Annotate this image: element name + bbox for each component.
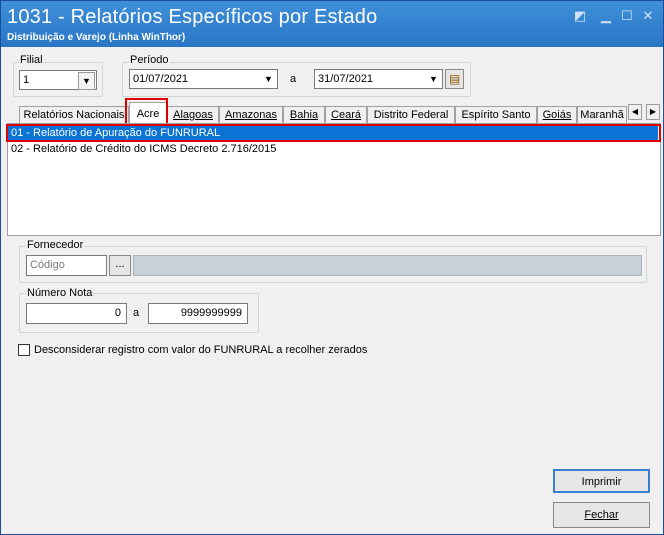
tab-scroll-left-icon[interactable]: ◀ xyxy=(628,104,642,120)
maximize-icon[interactable]: ☐ xyxy=(620,9,634,23)
main-window: 1031 - Relatórios Específicos por Estado… xyxy=(0,0,664,535)
tab-goias[interactable]: Goiás xyxy=(537,106,577,123)
fornecedor-label: Fornecedor xyxy=(26,239,85,251)
tab-ceara[interactable]: Ceará xyxy=(325,106,367,123)
filial-select[interactable]: 1 ▼ xyxy=(19,70,97,90)
filial-label: Filial xyxy=(19,54,44,66)
tab-distrito-federal[interactable]: Distrito Federal xyxy=(367,106,455,123)
window-subtitle: Distribuição e Varejo (Linha WinThor) xyxy=(7,32,186,43)
funrural-zero-checkbox[interactable] xyxy=(18,344,30,356)
fornecedor-code-input[interactable]: Código xyxy=(26,255,107,276)
numero-nota-from-input[interactable]: 0 xyxy=(26,303,127,324)
acre-tab-highlight xyxy=(125,98,168,125)
minimize-icon[interactable]: ▁ xyxy=(599,9,613,23)
print-button[interactable]: Imprimir xyxy=(553,469,650,493)
period-separator: a xyxy=(289,73,298,85)
tab-maranhao[interactable]: Maranhã xyxy=(577,106,627,123)
period-start-date[interactable]: 01/07/2021 ▼ xyxy=(129,69,278,89)
window-title: 1031 - Relatórios Específicos por Estado xyxy=(7,6,378,28)
restore-icon[interactable]: ◩ xyxy=(573,9,587,23)
list-item-report-02[interactable]: 02 - Relatório de Crédito do ICMS Decret… xyxy=(8,142,658,156)
tab-amazonas[interactable]: Amazonas xyxy=(219,106,283,123)
chevron-down-icon[interactable]: ▼ xyxy=(78,72,95,90)
fornecedor-browse-button[interactable]: ... xyxy=(109,255,131,276)
tab-bahia[interactable]: Bahia xyxy=(283,106,325,123)
period-start-value: 01/07/2021 xyxy=(133,73,189,85)
funrural-zero-checkbox-label: Desconsiderar registro com valor do FUNR… xyxy=(33,344,369,356)
tab-espirito-santo[interactable]: Espírito Santo xyxy=(455,106,537,123)
calendar-icon[interactable]: ▤ xyxy=(445,69,464,89)
tab-scroll-right-icon[interactable]: ▶ xyxy=(646,104,660,120)
numero-nota-label: Número Nota xyxy=(26,287,94,299)
period-end-date[interactable]: 31/07/2021 ▼ xyxy=(314,69,443,89)
period-end-value: 31/07/2021 xyxy=(318,73,374,85)
fornecedor-name-field xyxy=(133,255,642,276)
state-tabs: Relatórios Nacionais Acre Alagoas Amazon… xyxy=(9,102,661,125)
tab-alagoas[interactable]: Alagoas xyxy=(167,106,219,123)
calendar-dropdown-icon[interactable]: ▼ xyxy=(261,71,276,87)
close-button[interactable]: Fechar xyxy=(553,502,650,528)
report-highlight xyxy=(6,124,661,142)
tab-relatorios-nacionais[interactable]: Relatórios Nacionais xyxy=(19,106,129,123)
periodo-label: Período xyxy=(129,54,170,66)
numero-nota-separator: a xyxy=(132,307,141,319)
calendar-dropdown-icon[interactable]: ▼ xyxy=(426,71,441,87)
title-bar: 1031 - Relatórios Específicos por Estado… xyxy=(1,1,663,47)
numero-nota-to-input[interactable]: 9999999999 xyxy=(148,303,248,324)
filial-value: 1 xyxy=(23,74,30,86)
close-icon[interactable]: ✕ xyxy=(641,9,655,23)
